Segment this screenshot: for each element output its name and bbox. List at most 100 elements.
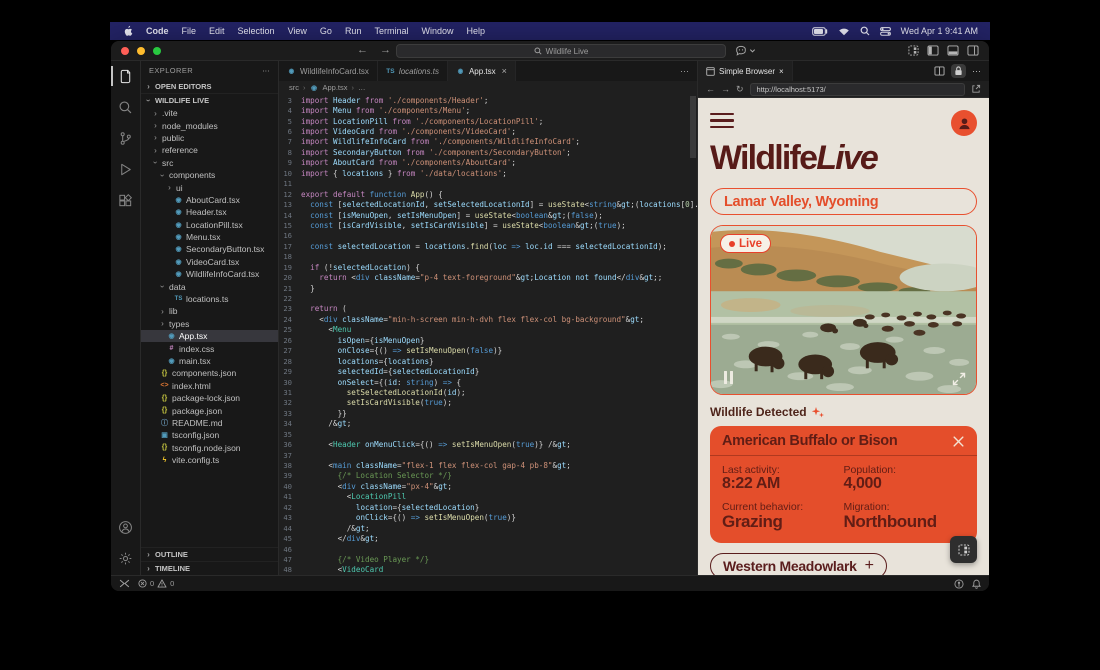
code-line[interactable]: 23 return ( xyxy=(279,304,697,314)
menu-view[interactable]: View xyxy=(288,26,307,36)
tree-item-types[interactable]: ›types xyxy=(141,318,278,330)
toggle-panel-icon[interactable] xyxy=(947,45,959,56)
history-forward-button[interactable]: → xyxy=(380,44,391,56)
tree-item-index-css[interactable]: #index.css xyxy=(141,342,278,354)
editor-more-actions-icon[interactable]: ⋯ xyxy=(672,61,697,81)
tree-item-tsconfig-json[interactable]: ▣tsconfig.json xyxy=(141,429,278,441)
tree-item-header-tsx[interactable]: ◉Header.tsx xyxy=(141,206,278,218)
code-line[interactable]: 46 xyxy=(279,544,697,554)
tab-locations[interactable]: TS locations.ts xyxy=(378,61,448,81)
tree-item-secondarybutton-tsx[interactable]: ◉SecondaryButton.tsx xyxy=(141,243,278,255)
menu-go[interactable]: Go xyxy=(320,26,332,36)
url-input[interactable]: http://localhost:5173/ xyxy=(750,83,965,96)
overlay-widget-button[interactable] xyxy=(950,536,977,563)
tree-item-videocard-tsx[interactable]: ◉VideoCard.tsx xyxy=(141,256,278,268)
timeline-section[interactable]: › TIMELINE xyxy=(141,561,278,575)
code-line[interactable]: 14 const [isMenuOpen, setIsMenuOpen] = u… xyxy=(279,210,697,220)
code-line[interactable]: 33 }} xyxy=(279,408,697,418)
menu-terminal[interactable]: Terminal xyxy=(374,26,408,36)
code-line[interactable]: 9import AboutCard from './components/Abo… xyxy=(279,158,697,168)
code-line[interactable]: 37 xyxy=(279,450,697,460)
code-line[interactable]: 7import WildlifeInfoCard from './compone… xyxy=(279,137,697,147)
tree-item-index-html[interactable]: <>index.html xyxy=(141,380,278,392)
tree-item-package-json[interactable]: {}package.json xyxy=(141,404,278,416)
code-line[interactable]: 29 selectedId={selectedLocationId} xyxy=(279,366,697,376)
code-line[interactable]: 15 const [isCardVisible, setIsCardVisibl… xyxy=(279,220,697,230)
tree-item-main-tsx[interactable]: ◉main.tsx xyxy=(141,355,278,367)
tree-item-locationpill-tsx[interactable]: ◉LocationPill.tsx xyxy=(141,219,278,231)
code-line[interactable]: 24 <div className="min-h-screen min-h-dv… xyxy=(279,314,697,324)
panel-more-actions-icon[interactable]: ⋯ xyxy=(972,66,981,77)
close-tab-icon[interactable]: × xyxy=(779,67,784,76)
tree-item-ui[interactable]: ›ui xyxy=(141,181,278,193)
code-line[interactable]: 21 } xyxy=(279,283,697,293)
video-card[interactable]: Live xyxy=(710,225,977,395)
tree-item-menu-tsx[interactable]: ◉Menu.tsx xyxy=(141,231,278,243)
notifications-bell-icon[interactable] xyxy=(972,579,981,589)
code-line[interactable]: 47 {/* Video Player */} xyxy=(279,554,697,564)
menubar-clock[interactable]: Wed Apr 1 9:41 AM xyxy=(901,26,978,36)
remote-indicator-icon[interactable] xyxy=(119,579,130,588)
tree-item-wildlifeinfocard-tsx[interactable]: ◉WildlifeInfoCard.tsx xyxy=(141,268,278,280)
code-line[interactable]: 22 xyxy=(279,293,697,303)
wifi-icon[interactable] xyxy=(838,27,850,36)
code-line[interactable]: 48 <VideoCard xyxy=(279,565,697,575)
code-line[interactable]: 39 {/* Location Selector */} xyxy=(279,471,697,481)
toggle-sidebar-icon[interactable] xyxy=(927,45,939,56)
account-icon[interactable] xyxy=(115,516,137,538)
tab-app[interactable]: ◉ App.tsx × xyxy=(448,61,516,81)
code-line[interactable]: 44 /&gt; xyxy=(279,523,697,533)
code-line[interactable]: 32 setIsCardVisible(true); xyxy=(279,398,697,408)
control-center-icon[interactable] xyxy=(880,27,891,36)
code-line[interactable]: 40 <div className="px-4"&gt; xyxy=(279,481,697,491)
open-external-icon[interactable] xyxy=(971,84,981,94)
code-line[interactable]: 41 <LocationPill xyxy=(279,492,697,502)
breadcrumb-root[interactable]: src xyxy=(289,83,299,92)
customize-layout-icon[interactable] xyxy=(908,45,919,56)
window-minimize-button[interactable] xyxy=(137,47,145,55)
browser-forward-icon[interactable]: → xyxy=(721,84,730,94)
code-line[interactable]: 8import SecondaryButton from './componen… xyxy=(279,147,697,157)
code-line[interactable]: 13 const [selectedLocationId, setSelecte… xyxy=(279,199,697,209)
settings-gear-icon[interactable] xyxy=(115,547,137,569)
code-line[interactable]: 25 <Menu xyxy=(279,325,697,335)
tree-item-readme-md[interactable]: ⓘREADME.md xyxy=(141,417,278,429)
menu-edit[interactable]: Edit xyxy=(209,26,225,36)
window-zoom-button[interactable] xyxy=(153,47,161,55)
code-line[interactable]: 3import Header from './components/Header… xyxy=(279,95,697,105)
code-line[interactable]: 17 const selectedLocation = locations.fi… xyxy=(279,241,697,251)
code-line[interactable]: 30 onSelect={(id: string) => { xyxy=(279,377,697,387)
close-card-icon[interactable] xyxy=(952,435,965,448)
expand-icon[interactable] xyxy=(952,372,966,386)
menu-window[interactable]: Window xyxy=(421,26,453,36)
code-line[interactable]: 43 onClick={() => setIsMenuOpen(true)} xyxy=(279,513,697,523)
code-line[interactable]: 6import VideoCard from './components/Vid… xyxy=(279,126,697,136)
tab-wildlifeinfocard[interactable]: ◉ WildlifeInfoCard.tsx xyxy=(279,61,378,81)
breadcrumb[interactable]: src › ◉ App.tsx › … xyxy=(279,81,697,94)
tree-item-locations-ts[interactable]: TSlocations.ts xyxy=(141,293,278,305)
code-line[interactable]: 11 xyxy=(279,179,697,189)
window-close-button[interactable] xyxy=(121,47,129,55)
spotlight-search-icon[interactable] xyxy=(860,26,870,36)
open-editors-section[interactable]: › OPEN EDITORS xyxy=(141,79,278,93)
browser-back-icon[interactable]: ← xyxy=(706,84,715,94)
code-line[interactable]: 5import LocationPill from './components/… xyxy=(279,116,697,126)
secondary-species-pill[interactable]: Western Meadowlark + xyxy=(710,553,887,575)
close-tab-icon[interactable]: × xyxy=(502,66,507,76)
code-line[interactable]: 19 if (!selectedLocation) { xyxy=(279,262,697,272)
hamburger-menu-icon[interactable] xyxy=(710,110,734,128)
code-line[interactable]: 34 /&gt; xyxy=(279,419,697,429)
outline-section[interactable]: › OUTLINE xyxy=(141,547,278,561)
history-back-button[interactable]: ← xyxy=(357,44,368,56)
tree-item-components[interactable]: ›components xyxy=(141,169,278,181)
tree-item--vite[interactable]: ›.vite xyxy=(141,107,278,119)
apple-menu-icon[interactable] xyxy=(122,25,133,37)
menu-help[interactable]: Help xyxy=(466,26,485,36)
code-line[interactable]: 42 location={selectedLocation} xyxy=(279,502,697,512)
copilot-menu[interactable] xyxy=(735,45,756,56)
explorer-more-actions-icon[interactable]: ⋯ xyxy=(262,66,270,75)
code-line[interactable]: 16 xyxy=(279,231,697,241)
tree-item-data[interactable]: ›data xyxy=(141,280,278,292)
command-center-search[interactable]: Wildlife Live xyxy=(396,44,726,58)
tree-item-public[interactable]: ›public xyxy=(141,132,278,144)
